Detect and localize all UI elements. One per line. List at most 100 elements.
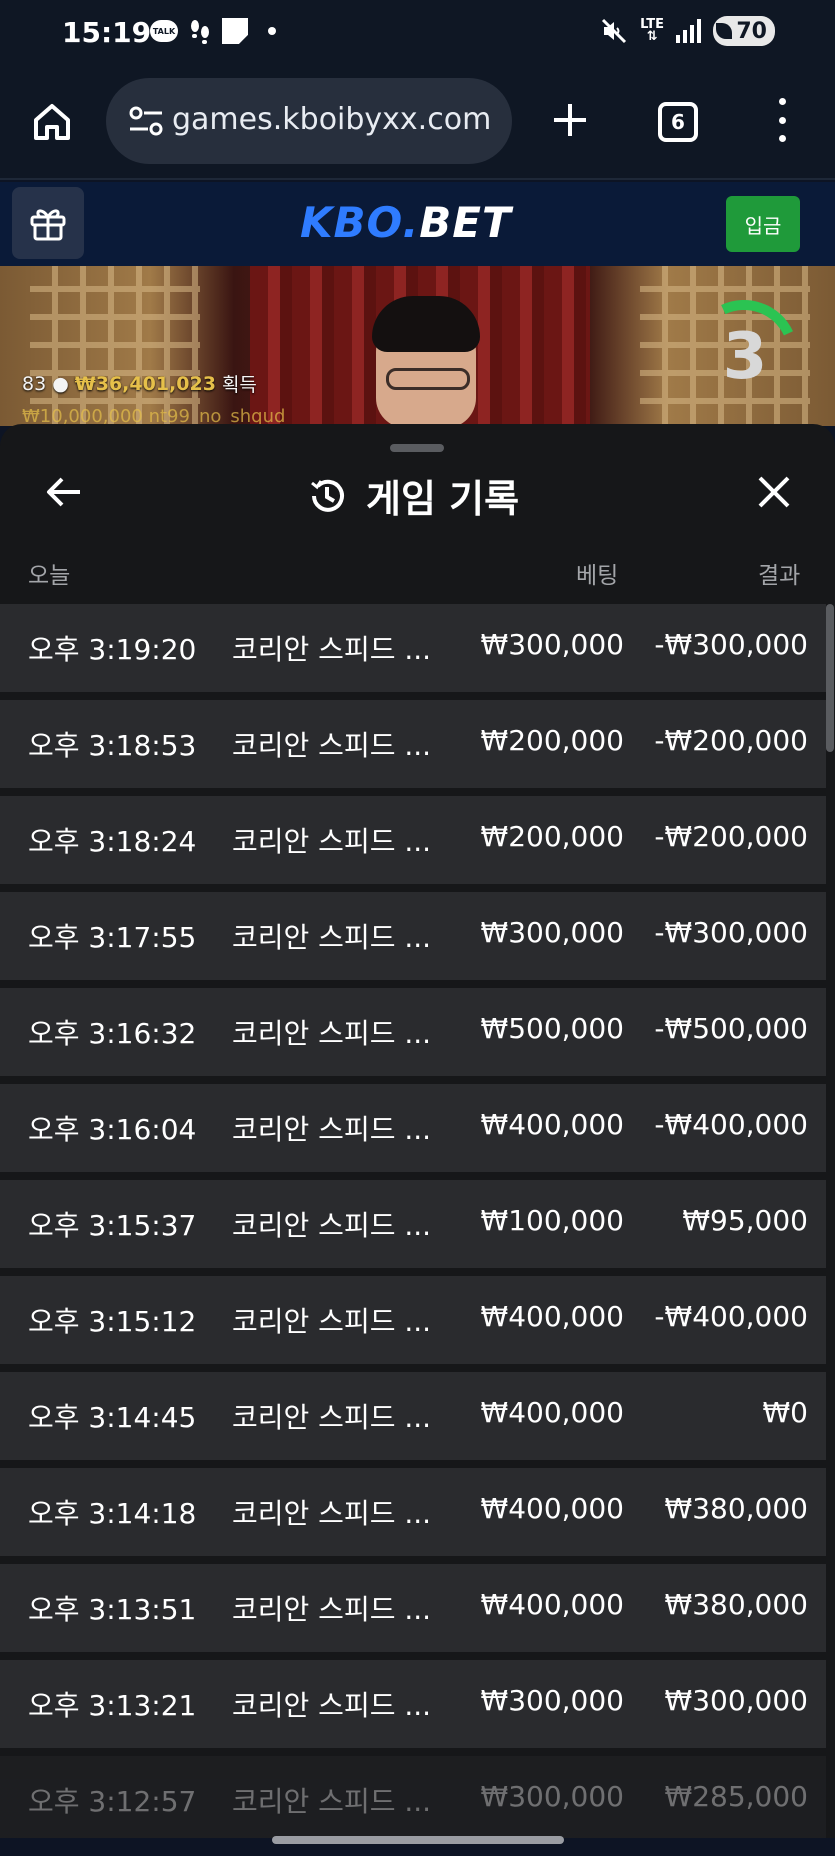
countdown-number: 3	[722, 320, 768, 394]
system-icons: LTE ⇅ 70	[600, 16, 775, 46]
row-result: -₩500,000	[654, 1012, 808, 1045]
row-result: ₩380,000	[664, 1492, 808, 1525]
row-result: ₩300,000	[664, 1684, 808, 1717]
status-time: 15:19	[62, 16, 152, 49]
row-bet: ₩200,000	[480, 820, 624, 853]
battery-level: 70	[736, 18, 767, 44]
row-game: 코리안 스피드 ...	[232, 1305, 432, 1338]
row-result: -₩200,000	[654, 724, 808, 757]
site-logo[interactable]: KBO.BET	[300, 198, 512, 247]
row-bet: ₩400,000	[480, 1300, 624, 1333]
row-bet: ₩200,000	[480, 724, 624, 757]
payout-suffix: 획득	[221, 374, 257, 396]
menu-dot-icon	[778, 116, 786, 124]
row-time: 오후 3:14:45	[28, 1401, 197, 1434]
row-game: 코리안 스피드 ...	[232, 633, 432, 666]
menu-dot-icon	[778, 98, 786, 105]
row-result: -₩300,000	[654, 628, 808, 661]
row-time: 오후 3:12:57	[28, 1785, 197, 1818]
tab-switcher-button[interactable]: 6	[658, 102, 698, 142]
viewer-count: 83	[22, 372, 47, 395]
row-time: 오후 3:16:04	[28, 1113, 197, 1146]
winner-line: ₩10,000,000 nt99_no_shqud	[22, 406, 286, 426]
history-list: 오후 3:19:20 코리안 스피드 ... ₩300,000 -₩300,000 오…	[0, 604, 826, 1838]
row-bet: ₩400,000	[480, 1492, 624, 1525]
row-time: 오후 3:18:53	[28, 729, 197, 762]
address-bar[interactable]: games.kboibyxx.com	[106, 78, 512, 164]
drag-handle[interactable]	[390, 444, 444, 452]
row-game: 코리안 스피드 ...	[232, 1785, 432, 1818]
browser-toolbar: games.kboibyxx.com 6	[0, 68, 835, 180]
row-game: 코리안 스피드 ...	[232, 729, 432, 762]
row-game: 코리안 스피드 ...	[232, 1593, 432, 1626]
history-row[interactable]: 오후 3:13:21 코리안 스피드 ... ₩300,000 ₩300,000	[0, 1660, 826, 1748]
row-game: 코리안 스피드 ...	[232, 1401, 432, 1434]
row-time: 오후 3:13:51	[28, 1593, 197, 1626]
plus-icon	[554, 104, 586, 136]
status-bar: 15:19 TALK LTE ⇅ 70	[0, 0, 835, 68]
history-row[interactable]: 오후 3:18:53 코리안 스피드 ... ₩200,000 -₩200,000	[0, 700, 826, 788]
history-row[interactable]: 오후 3:16:32 코리안 스피드 ... ₩500,000 -₩500,000	[0, 988, 826, 1076]
kakaotalk-icon: TALK	[150, 20, 178, 42]
scrollbar[interactable]	[826, 604, 834, 752]
site-settings-icon[interactable]	[128, 106, 164, 136]
gift-icon	[30, 209, 66, 241]
row-game: 코리안 스피드 ...	[232, 825, 432, 858]
menu-dot-icon	[778, 135, 786, 142]
close-button[interactable]	[752, 470, 796, 514]
history-row[interactable]: 오후 3:15:12 코리안 스피드 ... ₩400,000 -₩400,000	[0, 1276, 826, 1364]
gift-button[interactable]	[12, 187, 84, 259]
game-history-panel: 게임 기록 오늘 베팅 결과 오후 3:19:20 코리안 스피드 ... ₩300…	[0, 424, 835, 1838]
row-game: 코리안 스피드 ...	[232, 1689, 432, 1722]
deposit-button[interactable]: 입금	[726, 196, 800, 252]
history-row[interactable]: 오후 3:15:37 코리안 스피드 ... ₩100,000 ₩95,000	[0, 1180, 826, 1268]
column-bet: 베팅	[576, 563, 619, 589]
logo-part-1: KBO.	[300, 198, 420, 247]
row-bet: ₩300,000	[480, 916, 624, 949]
row-result: -₩300,000	[654, 916, 808, 949]
new-tab-button[interactable]	[548, 98, 592, 142]
row-bet: ₩500,000	[480, 1012, 624, 1045]
row-time: 오후 3:13:21	[28, 1689, 197, 1722]
row-result: ₩95,000	[682, 1204, 808, 1237]
row-result: -₩400,000	[654, 1108, 808, 1141]
signal-icon	[676, 19, 701, 43]
history-row[interactable]: 오후 3:13:51 코리안 스피드 ... ₩400,000 ₩380,000	[0, 1564, 826, 1652]
browser-menu-button[interactable]	[774, 98, 790, 142]
mute-icon	[600, 17, 628, 45]
history-row[interactable]: 오후 3:17:55 코리안 스피드 ... ₩300,000 -₩300,000	[0, 892, 826, 980]
url-text[interactable]: games.kboibyxx.com	[172, 102, 502, 137]
history-row[interactable]: 오후 3:14:18 코리안 스피드 ... ₩400,000 ₩380,000	[0, 1468, 826, 1556]
row-bet: ₩100,000	[480, 1204, 624, 1237]
row-time: 오후 3:14:18	[28, 1497, 197, 1530]
footsteps-icon	[188, 18, 212, 44]
row-time: 오후 3:15:12	[28, 1305, 197, 1338]
battery-indicator: 70	[713, 16, 775, 46]
row-result: ₩285,000	[664, 1780, 808, 1813]
row-bet: ₩400,000	[480, 1396, 624, 1429]
data-arrows-icon: ⇅	[646, 29, 658, 44]
network-type: LTE ⇅	[640, 18, 664, 44]
decor-lattice	[30, 266, 200, 426]
dealer-hair	[372, 296, 480, 352]
gesture-handle[interactable]	[272, 1836, 564, 1844]
history-row[interactable]: 오후 3:19:20 코리안 스피드 ... ₩300,000 -₩300,000	[0, 604, 826, 692]
home-button[interactable]	[30, 100, 74, 144]
notification-icons: TALK	[150, 18, 276, 44]
dealer-glasses	[386, 368, 470, 390]
payout-amount: ₩36,401,023	[74, 372, 216, 395]
row-game: 코리안 스피드 ...	[232, 1017, 432, 1050]
row-result: ₩380,000	[664, 1588, 808, 1621]
history-row[interactable]: 오후 3:12:57 코리안 스피드 ... ₩300,000 ₩285,000	[0, 1756, 826, 1838]
row-bet: ₩300,000	[480, 1684, 624, 1717]
history-row[interactable]: 오후 3:18:24 코리안 스피드 ... ₩200,000 -₩200,000	[0, 796, 826, 884]
back-button[interactable]	[42, 470, 86, 514]
row-game: 코리안 스피드 ...	[232, 1113, 432, 1146]
site-header: KBO.BET 입금	[0, 182, 835, 266]
more-notifications-icon	[268, 27, 276, 35]
row-time: 오후 3:17:55	[28, 921, 197, 954]
history-row[interactable]: 오후 3:14:45 코리안 스피드 ... ₩400,000 ₩0	[0, 1372, 826, 1460]
history-row[interactable]: 오후 3:16:04 코리안 스피드 ... ₩400,000 -₩400,000	[0, 1084, 826, 1172]
history-icon	[311, 479, 344, 512]
column-result: 결과	[758, 563, 801, 589]
